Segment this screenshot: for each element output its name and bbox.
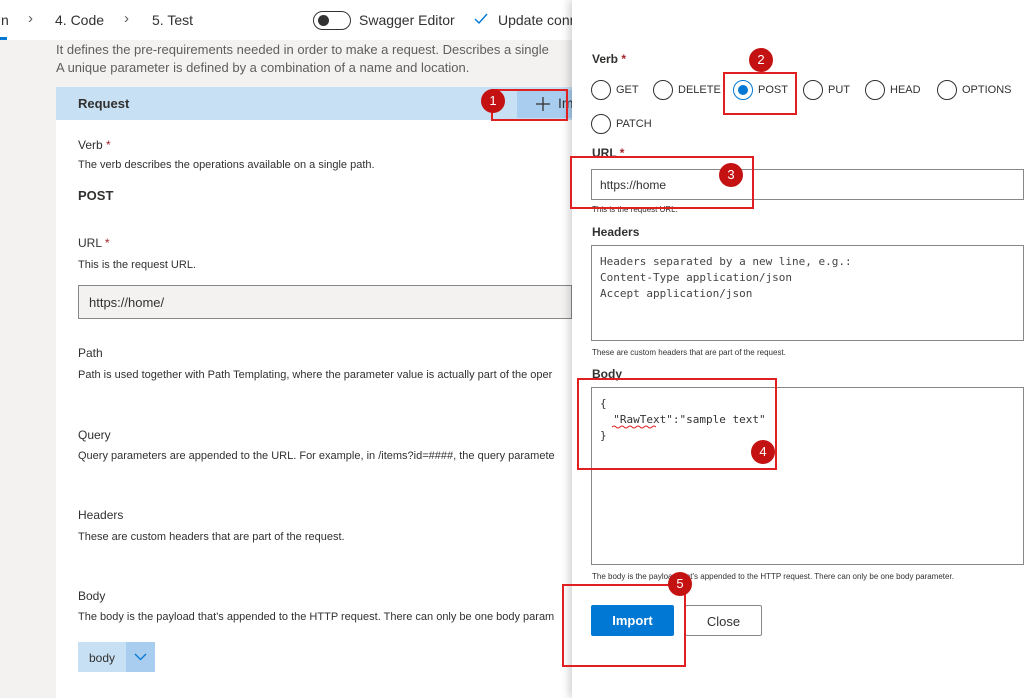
chevron-right-icon: ›	[28, 10, 33, 27]
url-field[interactable]: https://home/	[78, 285, 572, 319]
url-field-value: https://home/	[89, 295, 165, 310]
close-button-text: Close	[706, 614, 741, 629]
radio-delete-label: DELETE	[678, 84, 721, 96]
chevron-down-icon[interactable]	[126, 642, 155, 672]
checkmark-icon	[474, 13, 488, 25]
panel-body-help: The body is the payload that's appended …	[592, 572, 954, 581]
headers-label: Headers	[78, 508, 124, 522]
radio-options-label: OPTIONS	[962, 84, 1012, 96]
radio-options[interactable]	[937, 80, 957, 100]
radio-get-label: GET	[616, 84, 639, 96]
radio-delete[interactable]	[653, 80, 673, 100]
body-help: The body is the payload that's appended …	[78, 611, 555, 623]
url-help: This is the request URL.	[78, 259, 196, 271]
section-description-line2: A unique parameter is defined by a combi…	[56, 60, 470, 75]
annotation-badge-3: 3	[719, 163, 743, 187]
wizard-step-test[interactable]: 5. Test	[152, 12, 193, 28]
radio-get[interactable]	[591, 80, 611, 100]
radio-patch[interactable]	[591, 114, 611, 134]
close-button[interactable]: Close	[685, 605, 762, 636]
verb-help: The verb describes the operations availa…	[78, 159, 375, 171]
section-description-line1: It defines the pre-requirements needed i…	[56, 42, 549, 57]
annotation-box-2	[723, 72, 797, 115]
headers-placeholder: Headers separated by a new line, e.g.: C…	[600, 255, 852, 300]
wizard-step-code[interactable]: 4. Code	[55, 12, 104, 28]
toggle-knob	[318, 15, 329, 26]
body-parameter-chip[interactable]: body	[78, 642, 155, 672]
annotation-badge-5: 5	[668, 572, 692, 596]
panel-headers-help: These are custom headers that are part o…	[592, 348, 786, 357]
radio-put-label: PUT	[828, 84, 850, 96]
request-title: Request	[78, 96, 130, 111]
query-label: Query	[78, 428, 111, 442]
panel-verb-label: Verb *	[592, 52, 627, 66]
annotation-badge-2: 2	[749, 48, 773, 72]
update-connector-button[interactable]: Update conn	[498, 12, 577, 28]
annotation-badge-1: 1	[481, 89, 505, 113]
path-help: Path is used together with Path Templati…	[78, 369, 553, 381]
radio-put[interactable]	[803, 80, 823, 100]
radio-head-label: HEAD	[890, 84, 921, 96]
path-label: Path	[78, 346, 103, 360]
radio-head[interactable]	[865, 80, 885, 100]
swagger-editor-toggle[interactable]	[313, 11, 351, 30]
headers-help: These are custom headers that are part o…	[78, 531, 345, 543]
annotation-badge-4: 4	[751, 440, 775, 464]
radio-patch-label: PATCH	[616, 118, 652, 130]
verb-value: POST	[78, 188, 114, 203]
swagger-editor-label: Swagger Editor	[359, 12, 455, 28]
panel-headers-textarea[interactable]: Headers separated by a new line, e.g.: C…	[591, 245, 1024, 341]
panel-headers-label: Headers	[592, 225, 640, 239]
annotation-box-4	[577, 378, 777, 470]
body-chip-label: body	[89, 651, 116, 665]
verb-label: Verb *	[78, 138, 111, 152]
query-help: Query parameters are appended to the URL…	[78, 450, 555, 462]
url-label: URL *	[78, 236, 110, 250]
request-card	[56, 87, 572, 698]
chevron-right-icon: ›	[124, 10, 129, 27]
annotation-box-5	[562, 584, 686, 667]
body-label: Body	[78, 589, 106, 603]
wizard-step-current[interactable]: n	[1, 12, 9, 28]
